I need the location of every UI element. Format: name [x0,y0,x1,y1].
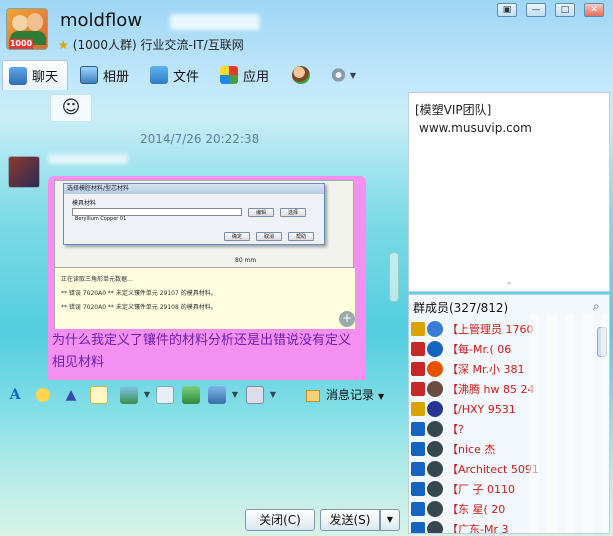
font-icon[interactable]: A [6,386,24,404]
member-avatar [427,481,443,497]
message-input[interactable] [0,410,403,506]
message-timestamp: 2014/7/26 20:22:38 [140,132,260,146]
group-subtitle: ★ (1000人群) 行业交流-IT/互联网 [58,38,244,52]
chevron-down-icon: ▼ [386,515,394,524]
member-avatar [427,321,443,337]
member-badge-icon [411,322,425,336]
chat-scrollbar-thumb[interactable] [389,252,399,302]
member-badge-icon [411,422,425,436]
member-badge-icon [411,502,425,516]
message-record-button[interactable]: 消息记录 ▼ [306,386,384,403]
music-icon[interactable] [182,386,200,404]
member-badge-icon [411,522,425,533]
group-title: moldflow [60,10,143,31]
chevron-down-icon[interactable]: ▼ [226,386,244,404]
minimize-button[interactable]: — [526,3,546,17]
close-window-button[interactable]: ✕ [584,3,604,17]
image-icon[interactable] [120,386,138,404]
member-avatar [427,381,443,397]
add-member-button[interactable] [286,60,316,90]
member-badge-icon [411,462,425,476]
member-badge-icon [411,482,425,496]
tab-chat[interactable]: 聊天 [2,60,68,90]
member-badge-icon [411,382,425,396]
member-badge-icon [411,362,425,376]
avatar-badge: 1000 [9,39,33,49]
member-avatar [427,341,443,357]
screenshot-dialog: 选择模腔材料/型芯材料 模具材料 Beryllium Copper 01 编辑 … [63,183,325,245]
screenshot-icon[interactable] [208,386,226,404]
member-avatar [427,441,443,457]
chevron-down-icon: ▼ [349,70,356,80]
chevron-down-icon: ▼ [378,392,385,401]
smiley-icon: ☺ [61,97,81,118]
message-screenshot[interactable]: 选择模腔材料/型芯材料 模具材料 Beryllium Copper 01 编辑 … [54,180,355,329]
member-avatar [427,361,443,377]
member-avatar [427,521,443,533]
redacted-title [170,14,260,30]
note-icon[interactable] [90,386,108,404]
message-area[interactable]: ☺ 2014/7/26 20:22:38 选择模腔材料/型芯材料 模具材料 Be… [0,92,403,380]
member-count: 群成员(327/812) [413,301,509,315]
star-icon: ★ [58,38,69,52]
member-badge-icon [411,442,425,456]
sender-avatar[interactable] [8,156,40,188]
redacted-sender-name [48,154,128,164]
settings-button[interactable]: ▼ [326,60,362,90]
close-button[interactable]: 关闭(C) [245,509,315,531]
tab-apps[interactable]: 应用 [214,60,280,90]
member-list: 群成员(327/812) ⌕ 【上 管理员 1760 【每-Mr.( 06 【深 Mr… [408,294,610,534]
send-options-button[interactable]: ▼ [380,509,400,531]
message-text: 为什么我定义了镶件的材料分析还是出错说没有定义相见材料 [52,333,352,370]
member-badge-icon [411,402,425,416]
gear-icon [332,66,345,84]
tab-album[interactable]: 相册 [74,60,140,90]
emoji-message: ☺ [50,94,92,122]
announcement-heading: [模塑VIP团队] [415,103,492,117]
member-badge-icon [411,342,425,356]
group-avatar[interactable]: 1000 [6,8,48,50]
splitter-handle[interactable]: ⌃ [502,282,516,290]
chat-window: 1000 moldflow ★ (1000人群) 行业交流-IT/互联网 ▣ — … [0,0,613,536]
chevron-down-icon[interactable]: ▼ [264,386,282,404]
skin-button[interactable]: ▣ [497,3,517,17]
shake-icon[interactable] [246,386,264,404]
chevron-down-icon[interactable]: ▼ [138,386,156,404]
history-icon [306,389,320,402]
emoji-icon[interactable] [34,386,52,404]
search-icon[interactable]: ⌕ [593,299,600,314]
member-avatar [427,461,443,477]
folder-icon [150,66,168,84]
send-button[interactable]: 发送(S) [320,509,380,531]
screenshot-log: 正在读取三角形单元数据... ** 错误 7020A0 ** 未定义镶件单元 2… [55,267,355,329]
group-announcement: [模塑VIP团队] www.musuvip.com ⌃ [408,92,610,292]
announcement-url[interactable]: www.musuvip.com [419,121,532,135]
member-avatar [427,401,443,417]
member-avatar [427,501,443,517]
maximize-button[interactable]: □ [555,3,575,17]
chat-icon [9,66,27,85]
magic-icon[interactable]: ▲ [62,386,80,404]
document-icon[interactable] [156,386,174,404]
tab-files[interactable]: 文件 [144,60,210,90]
main-tabs: 聊天 相册 文件 应用 ▼ [0,58,410,92]
redaction-overlay [529,315,609,533]
message-bubble: 选择模腔材料/型芯材料 模具材料 Beryllium Copper 01 编辑 … [48,176,366,380]
add-user-icon [292,66,310,84]
album-icon [80,66,98,84]
apps-icon [220,66,238,84]
member-avatar [427,421,443,437]
zoom-in-icon[interactable]: + [339,311,355,327]
